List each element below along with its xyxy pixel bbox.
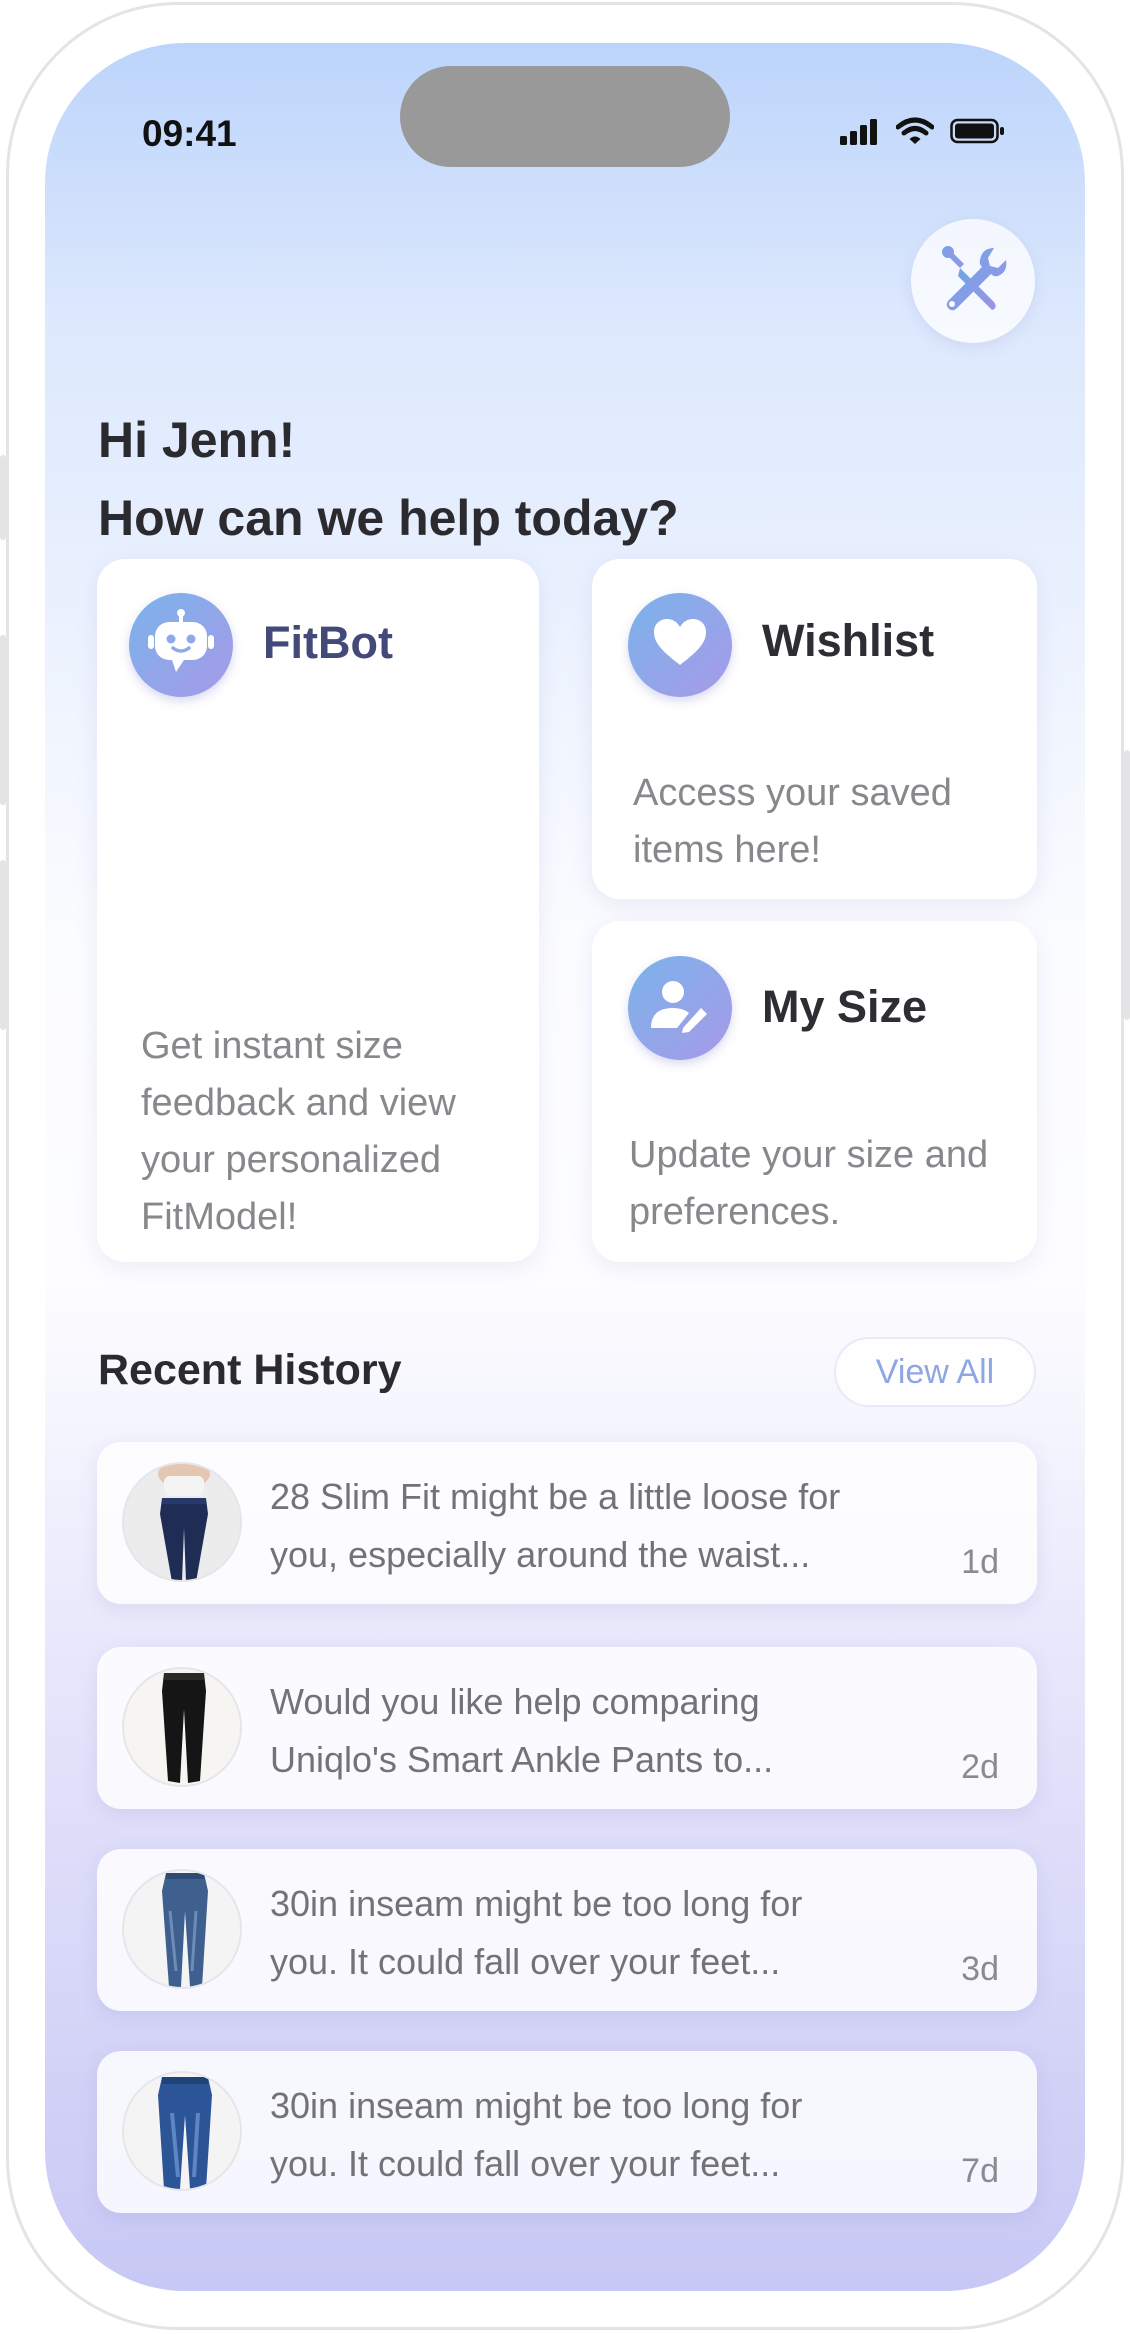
my-size-description: Update your size and preferences. (629, 1134, 989, 1233)
fitbot-avatar (129, 593, 233, 697)
product-thumbnail (122, 2071, 242, 2191)
history-message: Would you like help comparing Uniqlo's S… (270, 1673, 950, 1789)
heart-icon (652, 617, 708, 673)
cellular-signal-icon (840, 117, 880, 149)
history-message-line: you, especially around the waist... (270, 1534, 811, 1575)
wishlist-card[interactable]: Wishlist Access your saved items here! (592, 559, 1037, 899)
status-time: 09:41 (142, 113, 237, 154)
fitbot-description: Get instant size feedback and view your … (141, 1025, 456, 1238)
history-age: 2d (961, 1748, 999, 1786)
phone-side-button (1124, 750, 1130, 1020)
history-age: 7d (961, 2152, 999, 2190)
product-thumbnail (122, 1869, 242, 1989)
my-size-card[interactable]: My Size Update your size and preferences… (592, 921, 1037, 1262)
history-item[interactable]: 30in inseam might be too long for you. I… (97, 2051, 1037, 2213)
tools-icon (936, 242, 1010, 320)
my-size-icon-badge (628, 956, 732, 1060)
history-message: 30in inseam might be too long for you. I… (270, 1875, 950, 1991)
robot-icon (146, 608, 216, 682)
status-icons (840, 117, 1006, 149)
phone-side-button (0, 635, 6, 805)
greeting-name: Hi Jenn! (98, 412, 296, 468)
wifi-icon (895, 117, 935, 149)
history-message-line: Uniqlo's Smart Ankle Pants to... (270, 1739, 774, 1780)
user-edit-icon (649, 978, 711, 1038)
phone-side-button (0, 860, 6, 1030)
history-item[interactable]: 28 Slim Fit might be a little loose for … (97, 1442, 1037, 1604)
history-message-line: you. It could fall over your feet... (270, 2143, 781, 2184)
history-age: 1d (961, 1543, 999, 1581)
greeting: Hi Jenn! How can we help today? (98, 401, 679, 557)
history-age: 3d (961, 1950, 999, 1988)
battery-icon (950, 117, 1006, 149)
product-thumbnail (122, 1462, 242, 1582)
view-all-button[interactable]: View All (834, 1337, 1036, 1407)
history-item[interactable]: 30in inseam might be too long for you. I… (97, 1849, 1037, 2011)
history-message-line: you. It could fall over your feet... (270, 1941, 781, 1982)
history-message-line: 28 Slim Fit might be a little loose for (270, 1476, 841, 1517)
history-message-line: Would you like help comparing (270, 1681, 760, 1722)
product-thumbnail (122, 1667, 242, 1787)
history-message-line: 30in inseam might be too long for (270, 2085, 803, 2126)
app-screen: 09:41 Hi Jenn! How can we help today? Fi… (45, 43, 1085, 2291)
history-message-line: 30in inseam might be too long for (270, 1883, 803, 1924)
history-item[interactable]: Would you like help comparing Uniqlo's S… (97, 1647, 1037, 1809)
history-message: 28 Slim Fit might be a little loose for … (270, 1468, 950, 1584)
wishlist-icon-badge (628, 593, 732, 697)
fitbot-card[interactable]: FitBot Get instant size feedback and vie… (97, 559, 539, 1262)
my-size-title: My Size (762, 981, 928, 1032)
fitbot-title: FitBot (263, 617, 393, 668)
wishlist-description: Access your saved items here! (633, 772, 952, 871)
recent-history-title: Recent History (98, 1346, 402, 1394)
phone-side-button (0, 455, 6, 540)
dynamic-island (400, 66, 730, 167)
history-message: 30in inseam might be too long for you. I… (270, 2077, 950, 2193)
tools-settings-button[interactable] (911, 219, 1035, 343)
greeting-question: How can we help today? (98, 490, 679, 546)
wishlist-title: Wishlist (762, 615, 935, 666)
